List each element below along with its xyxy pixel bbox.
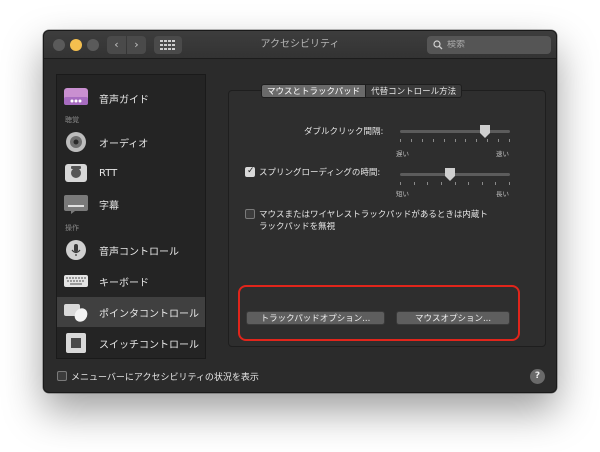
voiceover-icon bbox=[63, 87, 89, 109]
help-button[interactable]: ? bbox=[530, 369, 545, 384]
sidebar-item-voiceover[interactable]: 音声ガイド bbox=[57, 83, 205, 113]
switch-control-icon bbox=[63, 332, 89, 354]
slider-thumb[interactable] bbox=[445, 168, 455, 181]
spring-loading-checkbox[interactable] bbox=[245, 166, 255, 177]
spring-long-label: 長い bbox=[496, 190, 509, 198]
sidebar-item-audio[interactable]: オーディオ bbox=[57, 127, 205, 157]
slider-tick bbox=[481, 182, 483, 185]
tty-icon bbox=[63, 162, 89, 184]
slider-tick bbox=[421, 139, 423, 142]
spring-short-label: 短い bbox=[396, 190, 409, 198]
captions-icon bbox=[63, 193, 89, 215]
highlight-annotation bbox=[238, 285, 520, 341]
sidebar-item-voice-control[interactable]: 音声コントロール bbox=[57, 235, 205, 265]
pointer-control-icon bbox=[63, 301, 89, 323]
slider-tick bbox=[498, 139, 500, 142]
slider-tick bbox=[400, 139, 401, 142]
spring-loading-label: スプリングローディングの時間: bbox=[259, 168, 381, 178]
sidebar-item-label: ポインタコントロール bbox=[99, 308, 199, 320]
preferences-window: ‹ › アクセシビリティ 検索 音声ガイド 聴覚 オーディオ RTT 字幕 操作… bbox=[43, 30, 557, 393]
double-click-slow-label: 遅い bbox=[396, 150, 409, 158]
tab-mouse-trackpad[interactable]: マウスとトラックパッド bbox=[261, 84, 367, 98]
sidebar-item-label: キーボード bbox=[99, 277, 149, 289]
search-icon bbox=[433, 40, 443, 50]
slider-tick bbox=[400, 182, 401, 185]
slider-tick bbox=[465, 139, 467, 142]
tab-alternate-control[interactable]: 代替コントロール方法 bbox=[366, 84, 463, 98]
sidebar: 音声ガイド 聴覚 オーディオ RTT 字幕 操作 音声コントロール キーボード … bbox=[56, 74, 206, 359]
slider-tick bbox=[476, 139, 478, 142]
search-field[interactable] bbox=[427, 36, 551, 54]
ignore-trackpad-label-line2: ラックパッドを無視 bbox=[259, 222, 336, 232]
tab-bar: マウスとトラックパッド 代替コントロール方法 bbox=[261, 84, 463, 98]
ignore-trackpad-label-line1: マウスまたはワイヤレストラックパッドがあるときは内蔵ト bbox=[259, 210, 488, 220]
sidebar-item-label: 音声コントロール bbox=[99, 246, 179, 258]
slider-ticks bbox=[400, 139, 510, 142]
double-click-speed-label: ダブルクリック間隔: bbox=[304, 127, 384, 137]
spring-loading-slider[interactable] bbox=[400, 168, 510, 188]
speaker-icon bbox=[63, 131, 89, 153]
keyboard-icon bbox=[63, 270, 89, 292]
sidebar-item-label: スイッチコントロール bbox=[99, 339, 199, 351]
sidebar-item-captions[interactable]: 字幕 bbox=[57, 189, 205, 219]
menubar-status-checkbox[interactable] bbox=[57, 371, 67, 381]
double-click-speed-slider[interactable] bbox=[400, 125, 510, 145]
slider-tick bbox=[468, 182, 470, 185]
double-click-fast-label: 速い bbox=[496, 150, 509, 158]
slider-track bbox=[400, 130, 510, 133]
slider-track bbox=[400, 173, 510, 176]
sidebar-item-pointer-control[interactable]: ポインタコントロール bbox=[57, 297, 205, 327]
sidebar-item-label: オーディオ bbox=[99, 138, 149, 150]
slider-tick bbox=[487, 139, 489, 142]
slider-tick bbox=[509, 139, 510, 142]
slider-tick bbox=[454, 139, 456, 142]
section-header-interaction: 操作 bbox=[65, 224, 79, 232]
sidebar-item-rtt[interactable]: RTT bbox=[57, 158, 205, 188]
slider-tick bbox=[427, 182, 429, 185]
sidebar-item-keyboard[interactable]: キーボード bbox=[57, 266, 205, 296]
slider-tick bbox=[432, 139, 434, 142]
menubar-status-label: メニューバーにアクセシビリティの状況を表示 bbox=[71, 373, 259, 383]
slider-tick bbox=[443, 139, 445, 142]
slider-tick bbox=[413, 182, 415, 185]
slider-tick bbox=[509, 182, 510, 185]
section-header-hearing: 聴覚 bbox=[65, 116, 79, 124]
sidebar-item-label: RTT bbox=[99, 167, 118, 179]
slider-ticks bbox=[400, 182, 510, 185]
titlebar: ‹ › アクセシビリティ bbox=[44, 31, 556, 59]
search-input[interactable] bbox=[447, 40, 547, 50]
sidebar-item-switch-control[interactable]: スイッチコントロール bbox=[57, 328, 205, 358]
slider-tick bbox=[495, 182, 497, 185]
slider-thumb[interactable] bbox=[480, 125, 490, 138]
slider-tick bbox=[440, 182, 442, 185]
voice-control-icon bbox=[63, 239, 89, 261]
slider-tick bbox=[410, 139, 412, 142]
ignore-trackpad-checkbox[interactable] bbox=[245, 209, 255, 219]
sidebar-item-label: 音声ガイド bbox=[99, 94, 149, 106]
sidebar-item-label: 字幕 bbox=[99, 200, 119, 212]
slider-tick bbox=[454, 182, 456, 185]
